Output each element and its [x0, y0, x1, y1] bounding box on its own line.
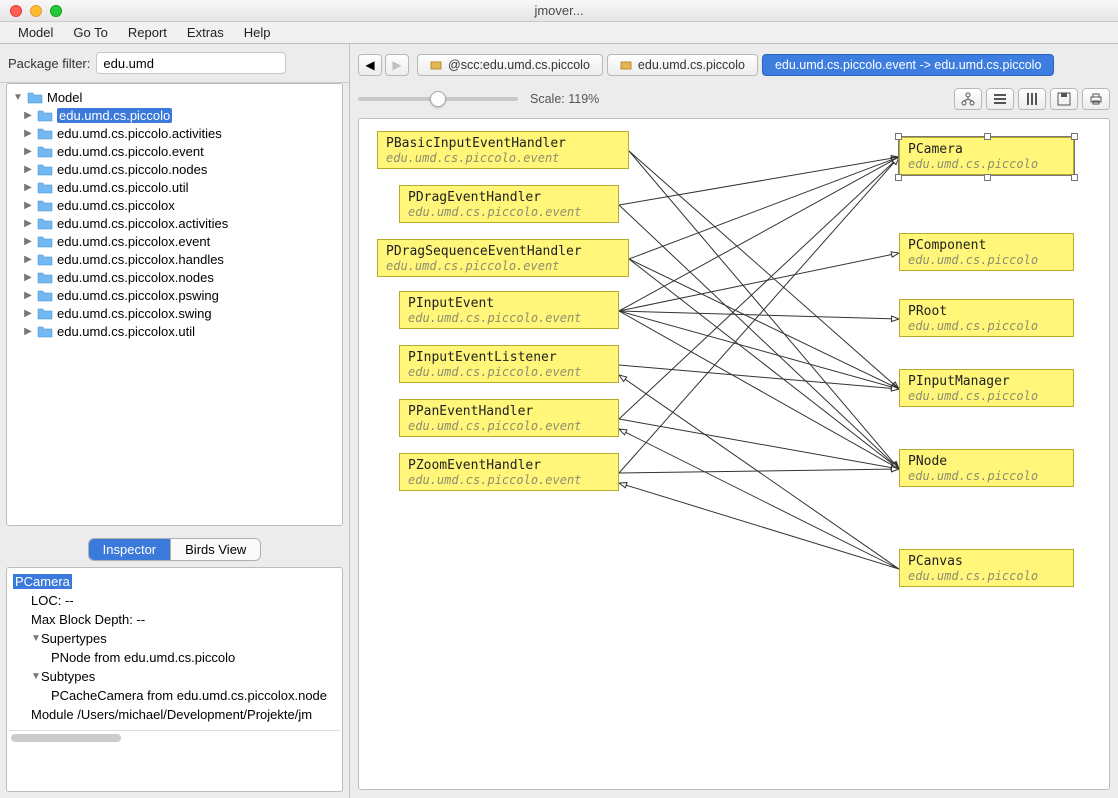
- inspector-supertypes[interactable]: ▼ Supertypes: [9, 629, 340, 648]
- inspector-box[interactable]: PCamera LOC: -- Max Block Depth: -- ▼ Su…: [6, 567, 343, 792]
- package-icon: [430, 59, 442, 71]
- graph-node[interactable]: PInputEventedu.umd.cs.piccolo.event: [399, 291, 619, 329]
- selection-handle[interactable]: [984, 133, 991, 140]
- graph-node[interactable]: PInputManageredu.umd.cs.piccolo: [899, 369, 1074, 407]
- inspector-maxblock: Max Block Depth: --: [9, 610, 340, 629]
- tree-item[interactable]: ▶edu.umd.cs.piccolo.util: [9, 178, 340, 196]
- graph-tab-1[interactable]: @scc:edu.umd.cs.piccolo: [417, 54, 603, 76]
- folder-icon: [37, 306, 53, 320]
- menu-extras[interactable]: Extras: [177, 23, 234, 42]
- titlebar: jmover...: [0, 0, 1118, 22]
- folder-icon: [37, 162, 53, 176]
- layout-horizontal-button[interactable]: [986, 88, 1014, 110]
- graph-node[interactable]: PPanEventHandleredu.umd.cs.piccolo.event: [399, 399, 619, 437]
- selection-handle[interactable]: [1071, 133, 1078, 140]
- menu-help[interactable]: Help: [234, 23, 281, 42]
- package-icon: [620, 59, 632, 71]
- graph-tab-2[interactable]: edu.umd.cs.piccolo: [607, 54, 758, 76]
- folder-icon: [37, 216, 53, 230]
- tree-item[interactable]: ▶edu.umd.cs.piccolo.activities: [9, 124, 340, 142]
- folder-icon: [27, 90, 43, 104]
- package-filter-input[interactable]: [96, 52, 286, 74]
- menu-report[interactable]: Report: [118, 23, 177, 42]
- inspector-selected-class[interactable]: PCamera: [9, 572, 340, 591]
- folder-icon: [37, 288, 53, 302]
- folder-icon: [37, 234, 53, 248]
- graph-node[interactable]: PRootedu.umd.cs.piccolo: [899, 299, 1074, 337]
- dependency-graph-canvas[interactable]: PBasicInputEventHandleredu.umd.cs.piccol…: [358, 118, 1110, 790]
- package-filter-label: Package filter:: [8, 56, 90, 71]
- graph-node[interactable]: PDragSequenceEventHandleredu.umd.cs.picc…: [377, 239, 629, 277]
- folder-icon: [37, 180, 53, 194]
- inspector-loc: LOC: --: [9, 591, 340, 610]
- inspector-subtypes[interactable]: ▼ Subtypes: [9, 667, 340, 686]
- folder-icon: [37, 126, 53, 140]
- graph-node[interactable]: PNodeedu.umd.cs.piccolo: [899, 449, 1074, 487]
- graph-node[interactable]: PZoomEventHandleredu.umd.cs.piccolo.even…: [399, 453, 619, 491]
- tree-item[interactable]: ▶edu.umd.cs.piccolo.event: [9, 142, 340, 160]
- tree-item[interactable]: ▶edu.umd.cs.piccolo.nodes: [9, 160, 340, 178]
- folder-icon: [37, 198, 53, 212]
- selection-handle[interactable]: [895, 174, 902, 181]
- selection-handle[interactable]: [984, 174, 991, 181]
- tree-item[interactable]: ▶edu.umd.cs.piccolox.nodes: [9, 268, 340, 286]
- graph-node[interactable]: PCanvasedu.umd.cs.piccolo: [899, 549, 1074, 587]
- inspector-scrollbar[interactable]: [9, 730, 340, 744]
- nav-back-button[interactable]: ◀: [358, 54, 382, 76]
- graph-node[interactable]: PCameraedu.umd.cs.piccolo: [899, 137, 1074, 175]
- tree-item[interactable]: ▶edu.umd.cs.piccolox.util: [9, 322, 340, 340]
- folder-icon: [37, 324, 53, 338]
- inspector-subtype-item[interactable]: PCacheCamera from edu.umd.cs.piccolox.no…: [9, 686, 340, 705]
- window-title: jmover...: [0, 3, 1118, 18]
- inspector-tabs[interactable]: Inspector Birds View: [88, 538, 262, 561]
- menubar: Model Go To Report Extras Help: [0, 22, 1118, 44]
- nav-forward-button[interactable]: ▶: [385, 54, 409, 76]
- package-tree[interactable]: ▼ Model ▶edu.umd.cs.piccolo▶edu.umd.cs.p…: [6, 83, 343, 526]
- folder-icon: [37, 270, 53, 284]
- tree-item[interactable]: ▶edu.umd.cs.piccolo: [9, 106, 340, 124]
- tab-inspector[interactable]: Inspector: [89, 539, 170, 560]
- layout-vertical-button[interactable]: [1018, 88, 1046, 110]
- tree-item[interactable]: ▶edu.umd.cs.piccolox.event: [9, 232, 340, 250]
- selection-handle[interactable]: [1071, 174, 1078, 181]
- graph-node[interactable]: PInputEventListeneredu.umd.cs.piccolo.ev…: [399, 345, 619, 383]
- layout-hierarchy-button[interactable]: [954, 88, 982, 110]
- inspector-supertype-item[interactable]: PNode from edu.umd.cs.piccolo: [9, 648, 340, 667]
- folder-icon: [37, 144, 53, 158]
- tree-item[interactable]: ▶edu.umd.cs.piccolox.pswing: [9, 286, 340, 304]
- menu-model[interactable]: Model: [8, 23, 63, 42]
- folder-icon: [37, 252, 53, 266]
- graph-node[interactable]: PDragEventHandleredu.umd.cs.piccolo.even…: [399, 185, 619, 223]
- save-button[interactable]: [1050, 88, 1078, 110]
- graph-node[interactable]: PComponentedu.umd.cs.piccolo: [899, 233, 1074, 271]
- selection-handle[interactable]: [895, 133, 902, 140]
- scale-label: Scale: 119%: [530, 92, 599, 106]
- zoom-slider[interactable]: [358, 97, 518, 101]
- menu-goto[interactable]: Go To: [63, 23, 117, 42]
- tree-item[interactable]: ▶edu.umd.cs.piccolox.handles: [9, 250, 340, 268]
- tab-birdsview[interactable]: Birds View: [170, 539, 260, 560]
- tree-item[interactable]: ▶edu.umd.cs.piccolox.swing: [9, 304, 340, 322]
- inspector-module: Module /Users/michael/Development/Projek…: [9, 705, 340, 724]
- print-button[interactable]: [1082, 88, 1110, 110]
- tree-root-model[interactable]: ▼ Model: [9, 88, 340, 106]
- folder-icon: [37, 108, 53, 122]
- graph-node[interactable]: PBasicInputEventHandleredu.umd.cs.piccol…: [377, 131, 629, 169]
- graph-tab-3[interactable]: edu.umd.cs.piccolo.event -> edu.umd.cs.p…: [762, 54, 1054, 76]
- tree-item[interactable]: ▶edu.umd.cs.piccolox: [9, 196, 340, 214]
- tree-item[interactable]: ▶edu.umd.cs.piccolox.activities: [9, 214, 340, 232]
- slider-knob[interactable]: [430, 91, 446, 107]
